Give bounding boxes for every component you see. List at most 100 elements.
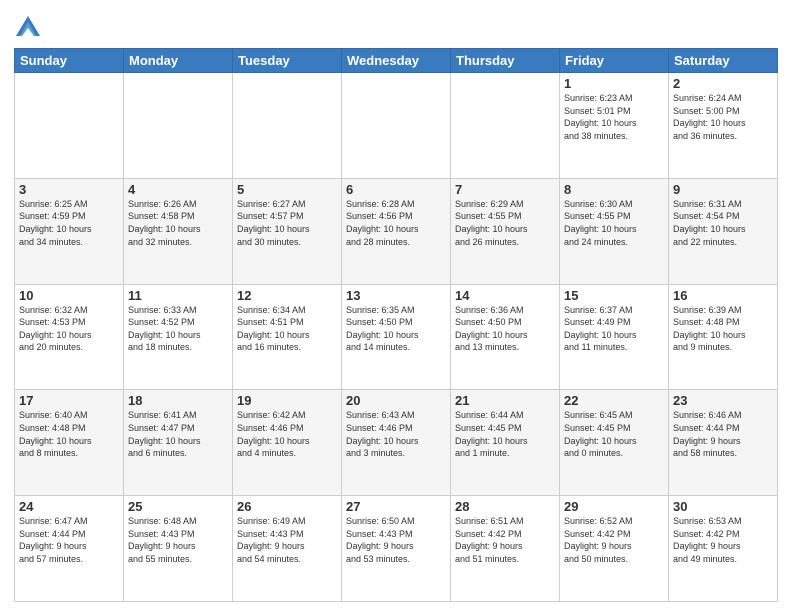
calendar-week-row: 3Sunrise: 6:25 AM Sunset: 4:59 PM Daylig… bbox=[15, 178, 778, 284]
calendar-cell: 6Sunrise: 6:28 AM Sunset: 4:56 PM Daylig… bbox=[342, 178, 451, 284]
day-info: Sunrise: 6:44 AM Sunset: 4:45 PM Dayligh… bbox=[455, 409, 555, 459]
page: SundayMondayTuesdayWednesdayThursdayFrid… bbox=[0, 0, 792, 612]
day-info: Sunrise: 6:27 AM Sunset: 4:57 PM Dayligh… bbox=[237, 198, 337, 248]
weekday-header-sunday: Sunday bbox=[15, 49, 124, 73]
calendar-cell bbox=[451, 73, 560, 179]
calendar-cell: 2Sunrise: 6:24 AM Sunset: 5:00 PM Daylig… bbox=[669, 73, 778, 179]
calendar-cell: 14Sunrise: 6:36 AM Sunset: 4:50 PM Dayli… bbox=[451, 284, 560, 390]
calendar-cell: 18Sunrise: 6:41 AM Sunset: 4:47 PM Dayli… bbox=[124, 390, 233, 496]
day-info: Sunrise: 6:39 AM Sunset: 4:48 PM Dayligh… bbox=[673, 304, 773, 354]
weekday-header-friday: Friday bbox=[560, 49, 669, 73]
calendar-table: SundayMondayTuesdayWednesdayThursdayFrid… bbox=[14, 48, 778, 602]
calendar-cell: 3Sunrise: 6:25 AM Sunset: 4:59 PM Daylig… bbox=[15, 178, 124, 284]
day-number: 14 bbox=[455, 288, 555, 303]
calendar-cell: 25Sunrise: 6:48 AM Sunset: 4:43 PM Dayli… bbox=[124, 496, 233, 602]
day-info: Sunrise: 6:52 AM Sunset: 4:42 PM Dayligh… bbox=[564, 515, 664, 565]
calendar-cell: 4Sunrise: 6:26 AM Sunset: 4:58 PM Daylig… bbox=[124, 178, 233, 284]
day-info: Sunrise: 6:50 AM Sunset: 4:43 PM Dayligh… bbox=[346, 515, 446, 565]
day-info: Sunrise: 6:51 AM Sunset: 4:42 PM Dayligh… bbox=[455, 515, 555, 565]
day-number: 11 bbox=[128, 288, 228, 303]
calendar-cell: 26Sunrise: 6:49 AM Sunset: 4:43 PM Dayli… bbox=[233, 496, 342, 602]
day-info: Sunrise: 6:30 AM Sunset: 4:55 PM Dayligh… bbox=[564, 198, 664, 248]
calendar-cell: 17Sunrise: 6:40 AM Sunset: 4:48 PM Dayli… bbox=[15, 390, 124, 496]
calendar-cell: 16Sunrise: 6:39 AM Sunset: 4:48 PM Dayli… bbox=[669, 284, 778, 390]
calendar-header: SundayMondayTuesdayWednesdayThursdayFrid… bbox=[15, 49, 778, 73]
day-number: 4 bbox=[128, 182, 228, 197]
day-number: 29 bbox=[564, 499, 664, 514]
day-number: 2 bbox=[673, 76, 773, 91]
weekday-header-wednesday: Wednesday bbox=[342, 49, 451, 73]
calendar-cell: 15Sunrise: 6:37 AM Sunset: 4:49 PM Dayli… bbox=[560, 284, 669, 390]
header bbox=[14, 10, 778, 42]
calendar-cell bbox=[233, 73, 342, 179]
calendar-cell: 20Sunrise: 6:43 AM Sunset: 4:46 PM Dayli… bbox=[342, 390, 451, 496]
calendar-cell: 24Sunrise: 6:47 AM Sunset: 4:44 PM Dayli… bbox=[15, 496, 124, 602]
day-number: 13 bbox=[346, 288, 446, 303]
day-info: Sunrise: 6:41 AM Sunset: 4:47 PM Dayligh… bbox=[128, 409, 228, 459]
day-info: Sunrise: 6:25 AM Sunset: 4:59 PM Dayligh… bbox=[19, 198, 119, 248]
weekday-header-saturday: Saturday bbox=[669, 49, 778, 73]
day-info: Sunrise: 6:33 AM Sunset: 4:52 PM Dayligh… bbox=[128, 304, 228, 354]
calendar-cell: 13Sunrise: 6:35 AM Sunset: 4:50 PM Dayli… bbox=[342, 284, 451, 390]
day-info: Sunrise: 6:42 AM Sunset: 4:46 PM Dayligh… bbox=[237, 409, 337, 459]
calendar-cell: 9Sunrise: 6:31 AM Sunset: 4:54 PM Daylig… bbox=[669, 178, 778, 284]
calendar-cell bbox=[342, 73, 451, 179]
weekday-header-tuesday: Tuesday bbox=[233, 49, 342, 73]
calendar-cell: 5Sunrise: 6:27 AM Sunset: 4:57 PM Daylig… bbox=[233, 178, 342, 284]
day-info: Sunrise: 6:46 AM Sunset: 4:44 PM Dayligh… bbox=[673, 409, 773, 459]
day-info: Sunrise: 6:34 AM Sunset: 4:51 PM Dayligh… bbox=[237, 304, 337, 354]
day-number: 26 bbox=[237, 499, 337, 514]
day-number: 5 bbox=[237, 182, 337, 197]
day-info: Sunrise: 6:29 AM Sunset: 4:55 PM Dayligh… bbox=[455, 198, 555, 248]
day-info: Sunrise: 6:40 AM Sunset: 4:48 PM Dayligh… bbox=[19, 409, 119, 459]
weekday-header-monday: Monday bbox=[124, 49, 233, 73]
day-number: 10 bbox=[19, 288, 119, 303]
day-number: 21 bbox=[455, 393, 555, 408]
weekday-header-row: SundayMondayTuesdayWednesdayThursdayFrid… bbox=[15, 49, 778, 73]
calendar-week-row: 10Sunrise: 6:32 AM Sunset: 4:53 PM Dayli… bbox=[15, 284, 778, 390]
day-info: Sunrise: 6:49 AM Sunset: 4:43 PM Dayligh… bbox=[237, 515, 337, 565]
calendar-week-row: 17Sunrise: 6:40 AM Sunset: 4:48 PM Dayli… bbox=[15, 390, 778, 496]
calendar-week-row: 24Sunrise: 6:47 AM Sunset: 4:44 PM Dayli… bbox=[15, 496, 778, 602]
weekday-header-thursday: Thursday bbox=[451, 49, 560, 73]
day-number: 23 bbox=[673, 393, 773, 408]
day-number: 25 bbox=[128, 499, 228, 514]
day-number: 12 bbox=[237, 288, 337, 303]
day-number: 18 bbox=[128, 393, 228, 408]
day-info: Sunrise: 6:28 AM Sunset: 4:56 PM Dayligh… bbox=[346, 198, 446, 248]
day-info: Sunrise: 6:53 AM Sunset: 4:42 PM Dayligh… bbox=[673, 515, 773, 565]
day-number: 8 bbox=[564, 182, 664, 197]
calendar-week-row: 1Sunrise: 6:23 AM Sunset: 5:01 PM Daylig… bbox=[15, 73, 778, 179]
day-number: 7 bbox=[455, 182, 555, 197]
day-info: Sunrise: 6:43 AM Sunset: 4:46 PM Dayligh… bbox=[346, 409, 446, 459]
day-info: Sunrise: 6:35 AM Sunset: 4:50 PM Dayligh… bbox=[346, 304, 446, 354]
calendar-body: 1Sunrise: 6:23 AM Sunset: 5:01 PM Daylig… bbox=[15, 73, 778, 602]
day-info: Sunrise: 6:47 AM Sunset: 4:44 PM Dayligh… bbox=[19, 515, 119, 565]
day-info: Sunrise: 6:48 AM Sunset: 4:43 PM Dayligh… bbox=[128, 515, 228, 565]
day-number: 1 bbox=[564, 76, 664, 91]
day-number: 6 bbox=[346, 182, 446, 197]
calendar-cell bbox=[124, 73, 233, 179]
logo bbox=[14, 14, 46, 42]
calendar-cell bbox=[15, 73, 124, 179]
day-number: 30 bbox=[673, 499, 773, 514]
day-number: 16 bbox=[673, 288, 773, 303]
day-info: Sunrise: 6:45 AM Sunset: 4:45 PM Dayligh… bbox=[564, 409, 664, 459]
day-number: 19 bbox=[237, 393, 337, 408]
day-number: 24 bbox=[19, 499, 119, 514]
day-info: Sunrise: 6:32 AM Sunset: 4:53 PM Dayligh… bbox=[19, 304, 119, 354]
day-info: Sunrise: 6:36 AM Sunset: 4:50 PM Dayligh… bbox=[455, 304, 555, 354]
calendar-cell: 28Sunrise: 6:51 AM Sunset: 4:42 PM Dayli… bbox=[451, 496, 560, 602]
calendar-cell: 22Sunrise: 6:45 AM Sunset: 4:45 PM Dayli… bbox=[560, 390, 669, 496]
calendar-cell: 19Sunrise: 6:42 AM Sunset: 4:46 PM Dayli… bbox=[233, 390, 342, 496]
day-number: 28 bbox=[455, 499, 555, 514]
calendar-cell: 27Sunrise: 6:50 AM Sunset: 4:43 PM Dayli… bbox=[342, 496, 451, 602]
calendar-cell: 29Sunrise: 6:52 AM Sunset: 4:42 PM Dayli… bbox=[560, 496, 669, 602]
calendar-cell: 8Sunrise: 6:30 AM Sunset: 4:55 PM Daylig… bbox=[560, 178, 669, 284]
day-number: 15 bbox=[564, 288, 664, 303]
calendar-cell: 11Sunrise: 6:33 AM Sunset: 4:52 PM Dayli… bbox=[124, 284, 233, 390]
day-info: Sunrise: 6:26 AM Sunset: 4:58 PM Dayligh… bbox=[128, 198, 228, 248]
day-number: 22 bbox=[564, 393, 664, 408]
day-info: Sunrise: 6:23 AM Sunset: 5:01 PM Dayligh… bbox=[564, 92, 664, 142]
calendar-cell: 12Sunrise: 6:34 AM Sunset: 4:51 PM Dayli… bbox=[233, 284, 342, 390]
